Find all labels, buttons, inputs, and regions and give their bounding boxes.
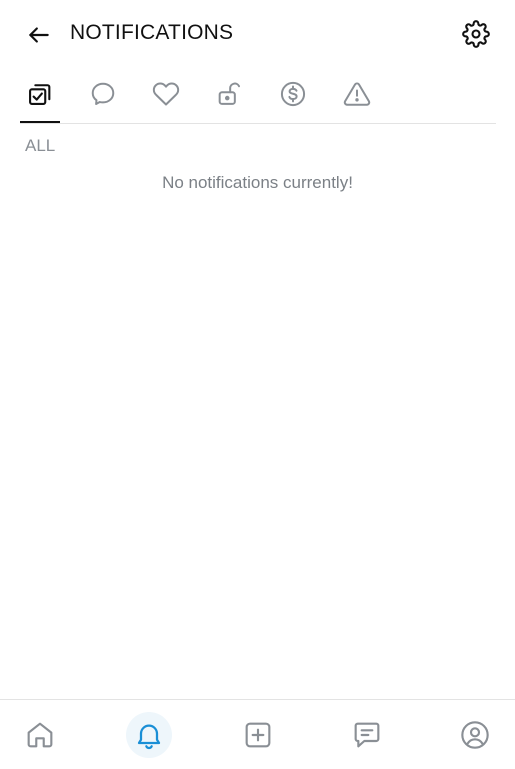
arrow-left-icon	[26, 22, 52, 48]
bottom-navigation	[0, 699, 515, 769]
tab-alerts[interactable]	[337, 66, 377, 122]
speech-bubble-icon	[89, 80, 117, 108]
nav-home[interactable]	[17, 712, 63, 758]
plus-square-icon	[242, 719, 274, 751]
nav-messages[interactable]	[344, 712, 390, 758]
warning-triangle-icon	[343, 80, 371, 108]
home-icon	[24, 719, 56, 751]
tab-likes[interactable]	[146, 66, 186, 122]
gear-icon	[462, 20, 490, 48]
tab-all[interactable]	[20, 66, 60, 123]
tab-unlocks[interactable]	[209, 66, 249, 122]
back-button[interactable]	[22, 18, 56, 52]
tab-comments[interactable]	[83, 66, 123, 122]
unlocked-padlock-icon	[215, 80, 243, 108]
nav-notifications[interactable]	[126, 712, 172, 758]
page-title: NOTIFICATIONS	[70, 21, 234, 44]
checked-cards-icon	[26, 80, 54, 108]
nav-profile[interactable]	[452, 712, 498, 758]
section-label: ALL	[25, 136, 56, 155]
heart-icon	[152, 80, 180, 108]
notification-filter-tabs	[20, 66, 496, 124]
nav-create[interactable]	[235, 712, 281, 758]
dollar-coin-icon	[279, 80, 307, 108]
settings-button[interactable]	[458, 16, 494, 52]
profile-icon	[459, 719, 491, 751]
header-bar: NOTIFICATIONS	[0, 0, 515, 66]
tab-tips[interactable]	[273, 66, 313, 122]
message-icon	[351, 719, 383, 751]
empty-state-message: No notifications currently!	[162, 173, 353, 192]
bell-icon	[133, 719, 165, 751]
